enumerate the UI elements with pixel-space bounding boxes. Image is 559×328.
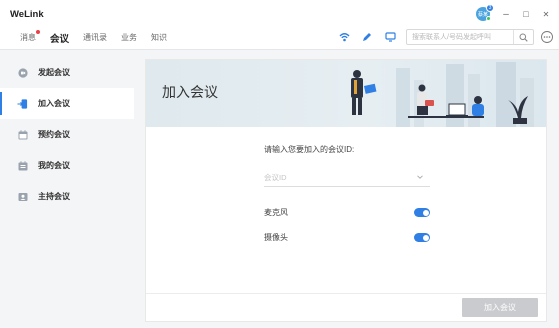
sidebar-item-label: 主持会议 — [38, 192, 70, 201]
tab-meetings-label: 会议 — [50, 34, 70, 45]
minimize-icon[interactable]: – — [501, 9, 511, 20]
enter-door-icon — [17, 98, 28, 109]
tab-contacts-label: 通讯录 — [83, 33, 108, 42]
sidebar-item-start-meeting[interactable]: 发起会议 — [0, 57, 134, 88]
sidebar-item-label: 加入会议 — [38, 99, 70, 108]
microphone-label: 麦克风 — [264, 208, 288, 217]
list-calendar-icon — [17, 160, 28, 171]
tab-contacts[interactable]: 通讯录 — [83, 32, 107, 46]
search-input[interactable] — [407, 30, 511, 44]
tab-business-label: 业务 — [121, 33, 138, 42]
search-button[interactable] — [513, 30, 533, 44]
search-box — [406, 29, 534, 45]
maximize-icon[interactable]: □ — [521, 9, 531, 19]
sidebar-item-schedule-meeting[interactable]: 预约会议 — [0, 119, 134, 150]
meeting-id-prompt: 请输入您要加入的会议ID: — [264, 145, 355, 154]
tab-knowledge-label: 知识 — [151, 33, 168, 42]
microphone-option: 麦克风 — [264, 207, 430, 219]
meeting-id-input[interactable] — [264, 169, 414, 185]
microphone-toggle[interactable] — [414, 208, 430, 217]
footer-divider — [146, 293, 546, 294]
camera-option: 摄像头 — [264, 232, 430, 244]
join-form: 请输入您要加入的会议ID: 麦克风 摄像头 — [264, 144, 430, 244]
sidebar-item-label: 发起会议 — [38, 68, 70, 77]
sidebar-item-join-meeting[interactable]: 加入会议 — [0, 88, 134, 119]
join-meeting-banner: 加入会议 — [146, 60, 546, 127]
search-icon — [519, 33, 528, 42]
join-meeting-panel: 加入会议 请输入您要加入的会议ID: 麦克风 摄像头 加入会议 — [145, 59, 547, 322]
camera-label: 摄像头 — [264, 233, 288, 242]
chevron-down-icon[interactable] — [416, 173, 424, 181]
online-status-dot — [486, 16, 491, 21]
notification-count: 3 — [488, 5, 492, 11]
page-title: 加入会议 — [162, 84, 218, 100]
host-icon — [17, 191, 28, 202]
camera-toggle[interactable] — [414, 233, 430, 242]
tab-knowledge[interactable]: 知识 — [151, 32, 167, 46]
notification-badge: 3 — [486, 4, 494, 12]
tab-messages[interactable]: 消息 — [20, 30, 40, 46]
sidebar: 发起会议 加入会议 预约会议 我的会议 主持会议 — [0, 51, 134, 328]
wifi-icon[interactable] — [338, 31, 350, 43]
app-title: WeLink — [10, 9, 44, 20]
sidebar-item-label: 我的会议 — [38, 161, 70, 170]
join-meeting-button[interactable]: 加入会议 — [462, 298, 538, 317]
close-icon[interactable]: ✕ — [541, 9, 551, 19]
more-icon[interactable] — [540, 30, 554, 44]
unread-dot — [36, 30, 40, 34]
tab-messages-label: 消息 — [20, 33, 36, 42]
main-nav: 消息 会议 通讯录 业务 知识 — [20, 30, 167, 46]
video-icon — [17, 67, 28, 78]
calendar-icon — [17, 129, 28, 140]
screen-share-icon[interactable] — [384, 31, 396, 43]
sidebar-item-host-meeting[interactable]: 主持会议 — [0, 181, 134, 212]
sidebar-item-my-meetings[interactable]: 我的会议 — [0, 150, 134, 181]
meeting-id-field — [264, 169, 430, 187]
title-bar: WeLink 消息 会议 通讯录 业务 知识 蔡某 3 – □ ✕ — [0, 0, 559, 50]
tab-business[interactable]: 业务 — [121, 32, 137, 46]
pencil-icon[interactable] — [361, 31, 373, 43]
toolbar — [338, 31, 396, 43]
window-controls: – □ ✕ — [501, 9, 551, 20]
tab-meetings[interactable]: 会议 — [50, 31, 69, 45]
sidebar-item-label: 预约会议 — [38, 130, 70, 139]
